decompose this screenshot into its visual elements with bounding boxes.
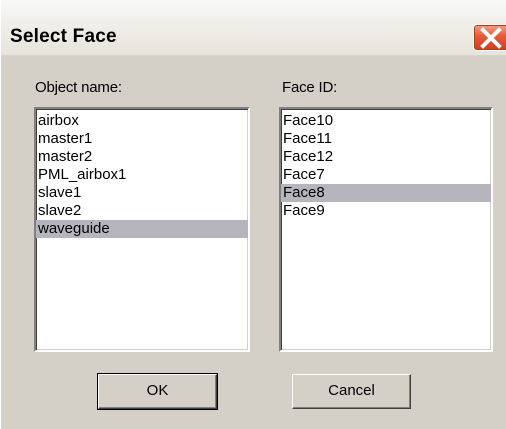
face-id-label: Face ID:: [282, 79, 338, 96]
cancel-button[interactable]: Cancel: [292, 374, 411, 409]
ok-button[interactable]: OK: [97, 373, 218, 410]
object-list-item[interactable]: airbox: [36, 112, 248, 130]
face-list-item[interactable]: Face11: [281, 130, 491, 148]
close-button[interactable]: [473, 24, 506, 51]
object-list-item[interactable]: slave2: [36, 202, 248, 220]
object-list-item[interactable]: master1: [36, 130, 248, 148]
object-list-item[interactable]: master2: [36, 148, 248, 166]
select-face-dialog: Select Face Object name: airbox master1 ma…: [0, 0, 506, 429]
object-name-label: Object name:: [35, 79, 122, 96]
object-list-item[interactable]: waveguide: [36, 220, 248, 238]
face-list-item[interactable]: Face10: [281, 112, 491, 130]
object-name-list: airbox master1 master2 PML_airbox1 slave1 sla…: [36, 109, 248, 238]
window-title: Select Face: [10, 26, 117, 47]
face-list-item[interactable]: Face8: [281, 184, 491, 202]
face-id-list: Face10 Face11 Face12 Face7 Face8 Face9: [281, 109, 491, 220]
object-list-item[interactable]: PML_airbox1: [36, 166, 248, 184]
dialog-body: Object name: airbox master1 master2 PML_air…: [1, 56, 506, 429]
object-list-item[interactable]: slave1: [36, 184, 248, 202]
face-list-item[interactable]: Face9: [281, 202, 491, 220]
title-bar[interactable]: Select Face: [1, 0, 506, 56]
object-name-listbox[interactable]: airbox master1 master2 PML_airbox1 slave1 sla…: [34, 107, 250, 352]
close-icon: [480, 27, 502, 49]
face-list-item[interactable]: Face7: [281, 166, 491, 184]
face-id-listbox[interactable]: Face10 Face11 Face12 Face7 Face8 Face9: [279, 107, 493, 352]
face-list-item[interactable]: Face12: [281, 148, 491, 166]
